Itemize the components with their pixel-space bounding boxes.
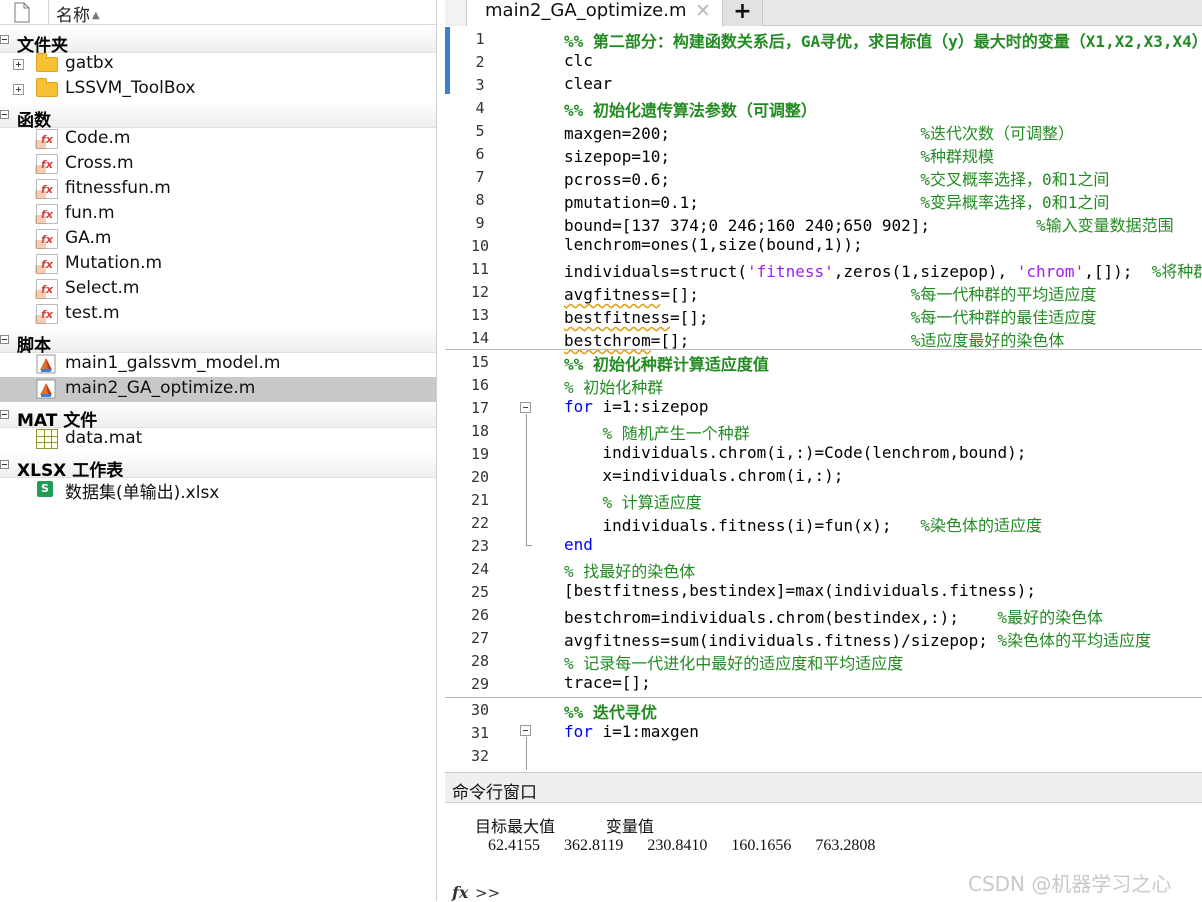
code-line: 7 pcross=0.6; %交叉概率选择，0和1之间 [475,168,1110,189]
code-line: 29 trace=[]; [470,673,651,693]
code-line: 25 [bestfitness,bestindex]=max(individual… [470,581,1037,601]
code-line: 1%% 第二部分：构建函数关系后，GA寻优，求目标值（y）最大时的变量（X1,X… [475,30,1202,51]
current-folder-panel: 名称 ▲ 文件夹 gatbx LSSVM_ToolBox 函数 fx Code.m … [0,0,437,901]
code-line: 26 bestchrom=individuals.chrom(bestindex,… [470,606,1104,627]
name-column-header[interactable]: 名称 ▲ [56,1,100,26]
code-line: 24% 找最好的染色体 [470,560,696,581]
file-list-header: 名称 ▲ [0,0,436,26]
matlab-function-icon: fx [35,254,58,274]
code-area[interactable]: 1%% 第二部分：构建函数关系后，GA寻优，求目标值（y）最大时的变量（X1,X… [445,27,1202,770]
file-item-test[interactable]: fx test.m [0,302,436,327]
collapse-icon[interactable] [0,110,9,119]
section-scripts[interactable]: 脚本 [0,329,436,356]
section-folders[interactable]: 文件夹 [0,29,436,56]
matlab-function-icon: fx [35,204,58,224]
code-line: 23 end [470,535,593,555]
code-line: 19 individuals.chrom(i,:)=Code(lenchrom,… [470,443,1027,463]
folder-icon [36,53,58,72]
section-xlsx[interactable]: XLSX 工作表 [0,454,436,481]
code-line: 8 pmutation=0.1; %变异概率选择，0和1之间 [475,191,1110,212]
code-line: 4%% 初始化遗传算法参数（可调整） [475,99,817,120]
matlab-function-icon: fx [35,129,58,149]
mat-file-icon [36,429,58,449]
tab-main2-ga-optimize[interactable]: main2_GA_optimize.m ✕ [467,0,723,27]
folder-item-lssvm-toolbox[interactable]: LSSVM_ToolBox [0,77,436,102]
collapse-icon[interactable] [0,410,9,419]
matlab-function-icon: fx [35,279,58,299]
code-line: 32 [470,747,490,765]
expand-icon[interactable] [13,59,24,70]
output-header: 目标最大值 变量值 [475,817,654,836]
code-line: 31 for i=1:maxgen [470,722,699,742]
code-line: 21 % 计算适应度 [470,491,702,512]
matlab-function-icon: fx [35,154,58,174]
command-prompt[interactable]: >> [475,884,500,902]
code-line: 28% 记录每一代进化中最好的适应度和平均适应度 [470,652,904,673]
file-item-main1[interactable]: main1_galssvm_model.m [0,352,436,377]
code-line: 9 bound=[137 374;0 246;160 240;650 902]; … [475,214,1174,235]
file-item-ga[interactable]: fx GA.m [0,227,436,252]
code-line: 6 sizepop=10; %种群规模 [475,145,995,166]
file-type-icon [14,2,30,23]
code-line: 14 bestchrom=[]; %适应度最好的染色体 [470,329,1065,350]
file-item-select[interactable]: fx Select.m [0,277,436,302]
code-line: 16% 初始化种群 [470,376,664,397]
section-mat-files[interactable]: MAT 文件 [0,404,436,431]
file-item-fun[interactable]: fx fun.m [0,202,436,227]
matlab-script-icon [36,354,56,374]
file-item-data-mat[interactable]: data.mat [0,427,436,452]
collapse-icon[interactable] [0,460,9,469]
spreadsheet-icon: S [37,481,53,497]
code-line: 20 x=individuals.chrom(i,:); [470,466,844,486]
code-line: 18 % 随机产生一个种群 [470,422,750,443]
matlab-function-icon: fx [35,179,58,199]
sort-ascending-icon: ▲ [92,10,100,21]
code-line: 15%% 初始化种群计算适应度值 [470,353,769,374]
file-item-fitnessfun[interactable]: fx fitnessfun.m [0,177,436,202]
code-line: 5 maxgen=200; %迭代次数（可调整） [475,122,1075,143]
file-item-main2[interactable]: main2_GA_optimize.m [0,377,436,402]
code-line: 13 bestfitness=[]; %每一代种群的最佳适应度 [470,306,1097,327]
code-line: 27 avgfitness=sum(individuals.fitness)/si… [470,629,1152,650]
folder-icon [36,78,58,97]
file-item-cross[interactable]: fx Cross.m [0,152,436,177]
file-item-mutation[interactable]: fx Mutation.m [0,252,436,277]
code-line: 22 individuals.fitness(i)=fun(x); %染色体的适… [470,514,1043,535]
output-values: 62.4155 362.8119 230.8410 160.1656 763.2… [488,837,876,854]
code-line: 12 avgfitness=[]; %每一代种群的平均适应度 [470,283,1097,304]
watermark: CSDN @机器学习之心 [968,872,1172,896]
add-tab-button[interactable]: + [723,0,763,26]
code-line: 3 clear [475,74,613,94]
command-window-title-bar: 命令行窗口 [445,773,1202,803]
code-editor[interactable]: main2_GA_optimize.m ✕ + 1%% 第二部分：构建函数关系后… [445,0,1202,770]
matlab-script-icon [36,379,56,399]
matlab-function-icon: fx [35,304,58,324]
code-line: 2 clc [475,51,593,71]
close-tab-icon[interactable]: ✕ [695,0,711,22]
code-line: 30%% 迭代寻优 [470,701,657,722]
collapse-icon[interactable] [0,35,9,44]
editor-tab-bar: main2_GA_optimize.m ✕ + [445,0,1202,27]
expand-icon[interactable] [13,84,24,95]
code-line: 11 individuals=struct('fitness',zeros(1,s… [470,260,1202,281]
file-item-dataset-xlsx[interactable]: S 数据集(单输出).xlsx [0,477,436,503]
function-browser-icon[interactable]: fx [452,883,468,902]
collapse-icon[interactable] [0,335,9,344]
matlab-function-icon: fx [35,229,58,249]
file-item-code[interactable]: fx Code.m [0,127,436,152]
section-functions[interactable]: 函数 [0,104,436,131]
code-line: 10 lenchrom=ones(1,size(bound,1)); [470,235,863,255]
code-line: 17 for i=1:sizepop [470,397,709,417]
tab-scroll-handle[interactable] [445,0,467,26]
folder-item-gatbx[interactable]: gatbx [0,52,436,77]
